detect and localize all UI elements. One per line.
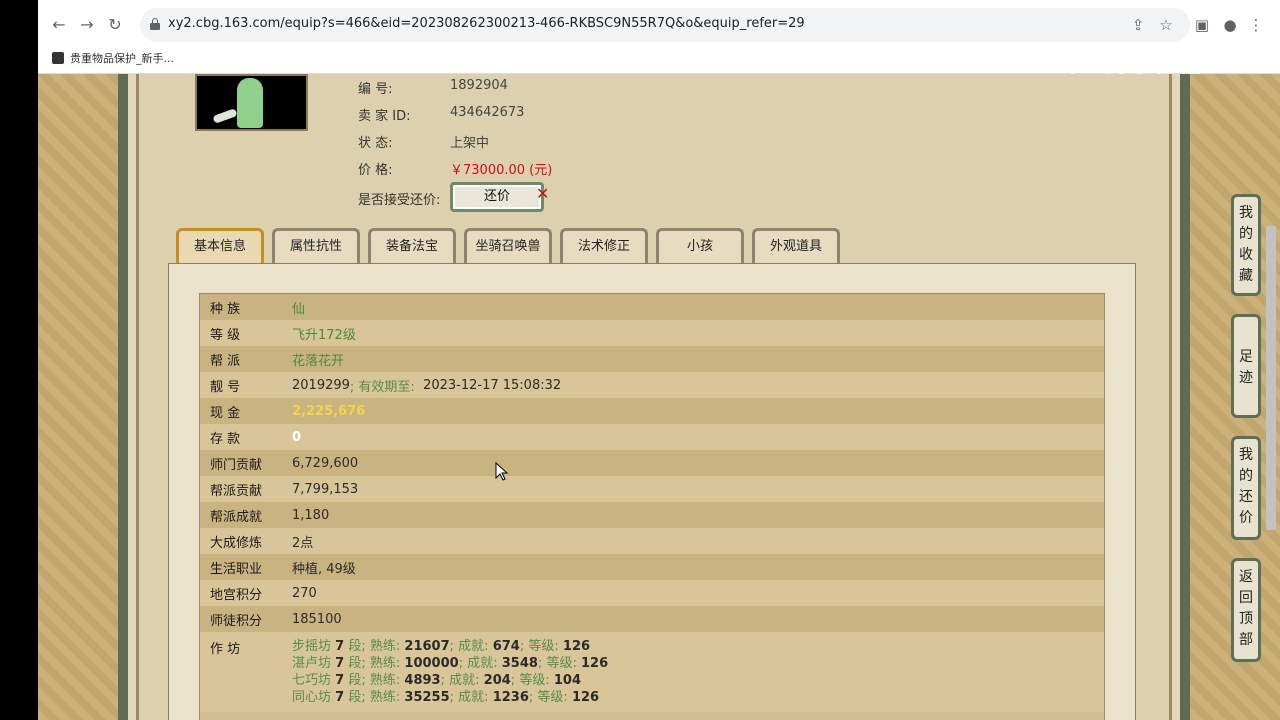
profile-icon[interactable]: ● [1220,14,1240,36]
basic-info-table: 种 族 仙 等 级 飞升172级 帮 派 花落花开 靓 号 2019299 ; … [199,293,1105,720]
workshop-line: 步摇坊 7 段; 熟练: 21607; 成就: 674; 等级: 126 [292,639,591,654]
table-row: 现 金 2,225,676 [200,398,1104,424]
bargain-x-icon: ✕ [536,184,550,203]
table-row: 靓 号 2019299 ; 有效期至: 2023-12-17 15:08:32 [200,372,1104,398]
url-text[interactable]: xy2.cbg.163.com/equip?s=466&eid=20230826… [168,16,805,31]
page-background: 编 号: 1892904 卖 家 ID: 434642673 状 态: 上架中 … [38,74,1280,720]
tab-mounts-pets[interactable]: 坐骑召唤兽 [464,228,552,264]
bargain-button[interactable]: 还价 [450,182,544,212]
sidepanel-icon[interactable]: ▣ [1192,14,1212,36]
table-row: 帮 派 花落花开 [200,346,1104,372]
footprint-button[interactable]: 足迹 [1231,314,1261,418]
tab-spell-mods[interactable]: 法术修正 [560,228,648,264]
tab-bar: 基本信息 属性抗性 装备法宝 坐骑召唤兽 法术修正 小孩 外观道具 [176,228,840,266]
table-row: 帮派成就 1,180 [200,502,1104,528]
address-bar[interactable]: xy2.cbg.163.com/equip?s=466&eid=20230826… [140,8,1190,42]
tab-attributes[interactable]: 属性抗性 [272,228,360,264]
my-bargains-button[interactable]: 我的 还价 [1231,436,1261,540]
table-row: 等 级 飞升172级 [200,320,1104,346]
bookmark-icon [52,52,64,64]
back-icon[interactable]: ← [48,14,70,36]
lock-icon [150,18,160,30]
my-favorites-button[interactable]: 我的 收藏 [1231,194,1261,296]
character-avatar [195,74,308,131]
forward-icon[interactable]: → [76,14,98,36]
table-row: 生活职业 种植, 49级 [200,554,1104,580]
table-row: 存 款 0 [200,424,1104,450]
table-row: 师门贡献 6,729,600 [200,450,1104,476]
workshop-line: 同心坊 7 段; 熟练: 35255; 成就: 1236; 等级: 126 [292,690,600,705]
back-to-top-button[interactable]: 返回 顶部 [1231,558,1261,662]
table-row: 地宫积分 270 [200,580,1104,606]
bookmark-label: 贵重物品保护_新手... [70,52,174,65]
table-row-workshop: 作 坊 步摇坊 7 段; 熟练: 21607; 成就: 674; 等级: 126… [200,632,1104,712]
table-row: 大成修炼 2点 [200,528,1104,554]
page-scrollbar[interactable] [1266,226,1276,530]
star-icon[interactable]: ☆ [1156,14,1176,36]
table-row: 种 族 仙 [200,294,1104,320]
workshop-line: 湛卢坊 7 段; 熟练: 100000; 成就: 3548; 等级: 126 [292,656,609,671]
reload-icon[interactable]: ↻ [104,14,126,36]
menu-icon[interactable]: ⋮ [1246,14,1266,36]
tab-children[interactable]: 小孩 [656,228,744,264]
mouse-cursor-icon [495,462,509,481]
workshop-lines: 步摇坊 7 段; 熟练: 21607; 成就: 674; 等级: 126 湛卢坊… [292,638,608,706]
tab-equipment[interactable]: 装备法宝 [368,228,456,264]
table-row: 帮派贡献 7,799,153 [200,476,1104,502]
tab-appearance[interactable]: 外观道具 [752,228,840,264]
tab-basic-info[interactable]: 基本信息 [176,228,264,264]
workshop-line: 七巧坊 7 段; 熟练: 4893; 成就: 204; 等级: 104 [292,673,581,688]
table-row: 师徒积分 185100 [200,606,1104,632]
bookmark-item[interactable]: 贵重物品保护_新手... [52,50,174,66]
share-icon[interactable]: ⇪ [1128,14,1148,36]
